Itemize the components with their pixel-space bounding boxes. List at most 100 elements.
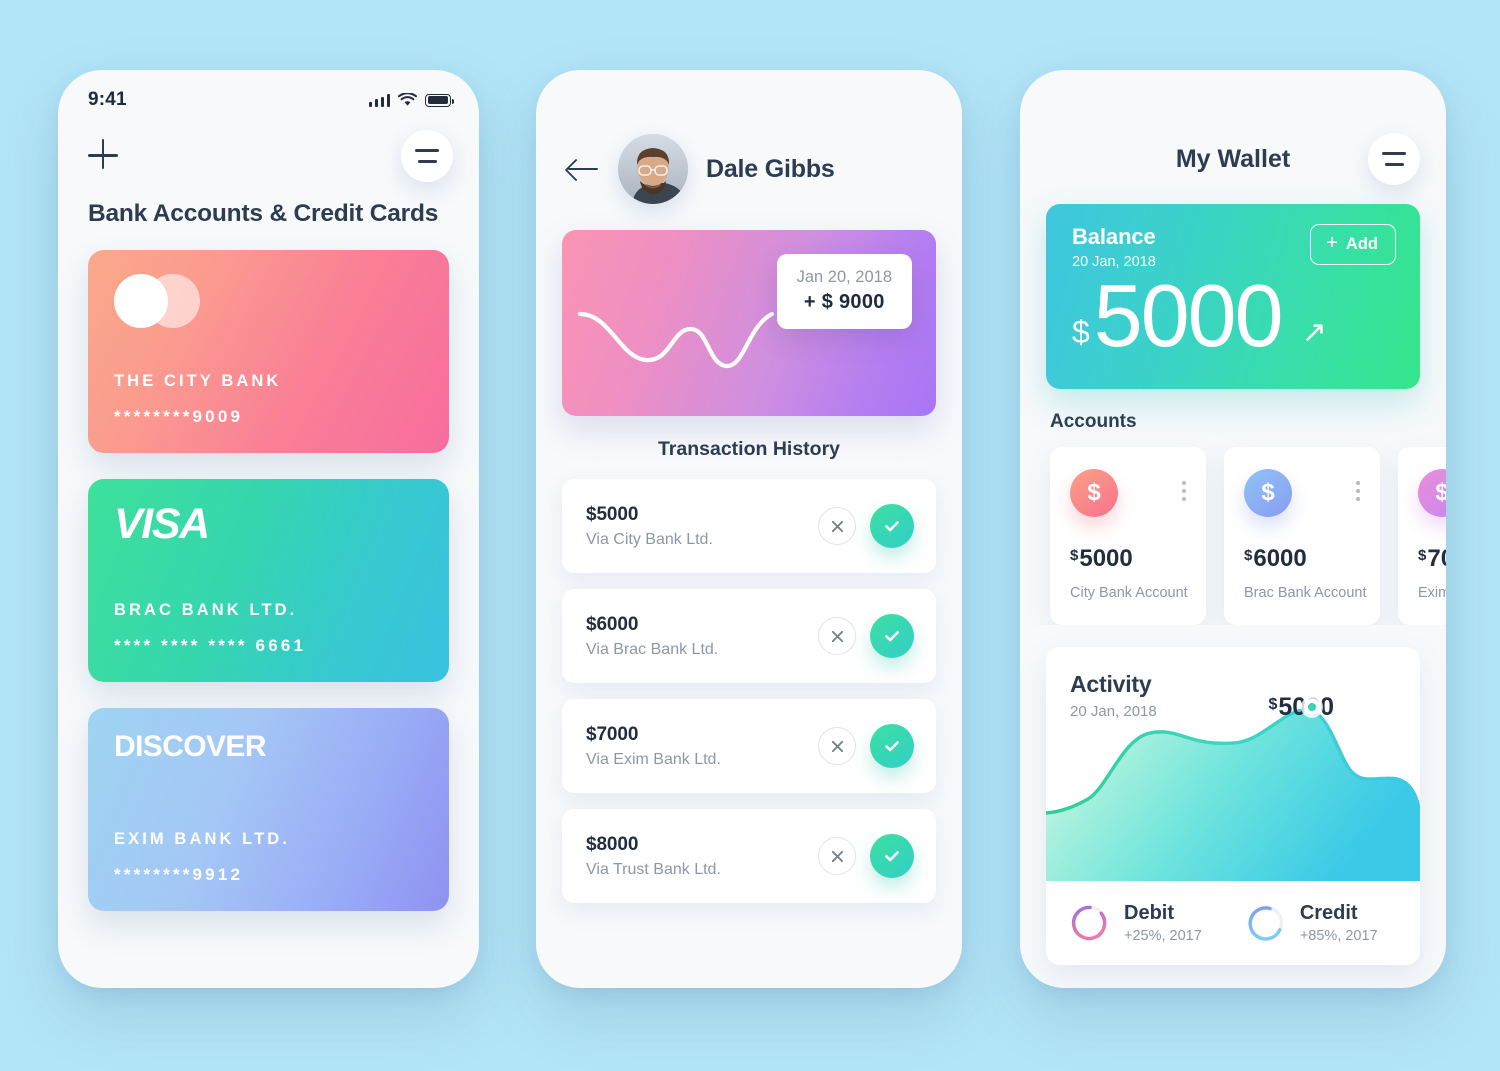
- list-item[interactable]: $ $70 Exim B: [1398, 447, 1446, 625]
- arrow-up-right-icon: ↗: [1301, 315, 1327, 349]
- phone-screen-transactions: Dale Gibbs Jan 20, 2018 + $ 9000 Transac…: [536, 70, 962, 988]
- legend-label: Credit: [1299, 902, 1358, 924]
- plus-icon: +: [1326, 232, 1338, 254]
- activity-data-point[interactable]: [1304, 699, 1320, 715]
- kebab-menu-icon[interactable]: [1356, 469, 1360, 501]
- legend-item-debit: Debit +25%, 2017: [1070, 902, 1202, 944]
- accounts-carousel[interactable]: $ $5000 City Bank Account $ $6000 Brac B…: [1020, 433, 1446, 625]
- status-bar-clock: 9:41: [88, 89, 127, 110]
- reject-button[interactable]: [818, 837, 856, 875]
- phone-screen-wallet: My Wallet Balance 20 Jan, 2018 + Add $ 5…: [1020, 70, 1446, 988]
- close-icon: [831, 520, 843, 532]
- check-icon: [885, 851, 899, 862]
- activity-legend: Debit +25%, 2017 Credit +85%, 2017: [1046, 881, 1420, 965]
- status-bar-icons: [368, 93, 455, 107]
- activity-date: 20 Jan, 2018: [1070, 703, 1157, 720]
- debit-ring-icon: [1071, 905, 1108, 941]
- accept-button[interactable]: [870, 724, 914, 768]
- reject-button[interactable]: [818, 617, 856, 655]
- reject-button[interactable]: [818, 727, 856, 765]
- back-arrow-icon[interactable]: [566, 156, 600, 182]
- legend-sublabel: +25%, 2017: [1124, 928, 1202, 944]
- accept-button[interactable]: [870, 504, 914, 548]
- card-number: ********9912: [114, 865, 244, 884]
- table-row[interactable]: $5000 Via City Bank Ltd.: [562, 479, 936, 573]
- battery-full-icon: [425, 93, 455, 107]
- add-funds-button[interactable]: + Add: [1310, 224, 1396, 265]
- discover-logo: DISCOVER: [114, 730, 267, 763]
- screenshot-canvas: 9:41 Bank Accounts & Credit Cards THE CI…: [0, 0, 1500, 1071]
- close-icon: [831, 850, 843, 862]
- profile-header: Dale Gibbs: [536, 116, 962, 204]
- table-row[interactable]: $8000 Via Trust Bank Ltd.: [562, 809, 936, 903]
- profile-name: Dale Gibbs: [706, 154, 835, 183]
- list-item[interactable]: $ $6000 Brac Bank Account: [1224, 447, 1380, 625]
- add-button-label: Add: [1345, 234, 1378, 253]
- account-currency: $: [1418, 547, 1427, 564]
- account-currency: $: [1070, 547, 1079, 564]
- accept-button[interactable]: [870, 834, 914, 878]
- hamburger-menu-icon: [1382, 152, 1406, 155]
- transaction-amount: $7000: [586, 723, 639, 745]
- mastercard-logo-icon: [114, 274, 200, 328]
- close-icon: [831, 630, 843, 642]
- close-icon: [831, 740, 843, 752]
- dollar-circle-icon: $: [1244, 469, 1292, 517]
- balance-label: Balance: [1072, 224, 1156, 249]
- legend-item-credit: Credit +85%, 2017: [1246, 902, 1378, 944]
- account-name: Brac Bank Account: [1244, 585, 1367, 601]
- credit-card-brac-bank[interactable]: VISA BRAC BANK LTD. **** **** **** 6661: [88, 479, 449, 682]
- transaction-amount: $8000: [586, 833, 639, 855]
- check-icon: [885, 631, 899, 642]
- credit-ring-icon: [1248, 905, 1284, 941]
- hamburger-menu-icon: [415, 149, 439, 152]
- card-number: ********9009: [114, 407, 244, 426]
- status-bar: 9:41: [58, 70, 479, 116]
- credit-card-list: THE CITY BANK ********9009 VISA BRAC BAN…: [58, 228, 479, 911]
- account-amount: $70: [1418, 545, 1446, 572]
- list-item[interactable]: $ $5000 City Bank Account: [1050, 447, 1206, 625]
- visa-logo: VISA: [114, 500, 210, 548]
- wifi-icon: [398, 93, 417, 106]
- balance-currency: $: [1072, 313, 1090, 350]
- balance-amount: 5000: [1093, 266, 1284, 365]
- card-bank-name: BRAC BANK LTD.: [114, 601, 298, 619]
- legend-label: Debit: [1124, 902, 1174, 924]
- account-amount: $6000: [1244, 545, 1307, 572]
- transaction-list: $5000 Via City Bank Ltd. $6000 Via Brac …: [536, 461, 962, 903]
- dollar-circle-icon: $: [1070, 469, 1118, 517]
- cellular-signal-icon: [368, 93, 390, 107]
- activity-title: Activity: [1070, 671, 1152, 697]
- account-amount: $5000: [1070, 545, 1133, 572]
- reject-button[interactable]: [818, 507, 856, 545]
- credit-card-exim-bank[interactable]: DISCOVER EXIM BANK LTD. ********9912: [88, 708, 449, 911]
- tooltip-date: Jan 20, 2018: [796, 268, 892, 286]
- user-avatar-illustration: [618, 134, 688, 204]
- transaction-amount: $6000: [586, 613, 639, 635]
- table-row[interactable]: $6000 Via Brac Bank Ltd.: [562, 589, 936, 683]
- activity-area-chart: [1046, 695, 1420, 881]
- tooltip-amount: + $ 9000: [803, 291, 885, 313]
- balance-card: Balance 20 Jan, 2018 + Add $ 5000 ↗: [1046, 204, 1420, 389]
- activity-card: Activity 20 Jan, 2018 $5000: [1046, 647, 1420, 965]
- credit-card-city-bank[interactable]: THE CITY BANK ********9009: [88, 250, 449, 453]
- hamburger-menu-button[interactable]: [1368, 133, 1420, 185]
- balance-date: 20 Jan, 2018: [1072, 254, 1156, 270]
- account-currency: $: [1244, 547, 1253, 564]
- transaction-source: Via Exim Bank Ltd.: [586, 750, 721, 768]
- card-bank-name: EXIM BANK LTD.: [114, 830, 291, 848]
- card-bank-name: THE CITY BANK: [114, 372, 282, 390]
- accounts-header: [58, 116, 479, 182]
- transaction-source: Via City Bank Ltd.: [586, 530, 713, 548]
- kebab-menu-icon[interactable]: [1182, 469, 1186, 501]
- check-icon: [885, 521, 899, 532]
- add-account-button[interactable]: [88, 139, 122, 173]
- hamburger-menu-button[interactable]: [401, 130, 453, 182]
- page-title: Bank Accounts & Credit Cards: [88, 200, 439, 227]
- graph-tooltip: Jan 20, 2018 + $ 9000: [776, 254, 912, 329]
- accept-button[interactable]: [870, 614, 914, 658]
- transaction-source: Via Brac Bank Ltd.: [586, 640, 719, 658]
- transaction-graph-card: Jan 20, 2018 + $ 9000: [562, 230, 936, 416]
- table-row[interactable]: $7000 Via Exim Bank Ltd.: [562, 699, 936, 793]
- avatar[interactable]: [618, 134, 688, 204]
